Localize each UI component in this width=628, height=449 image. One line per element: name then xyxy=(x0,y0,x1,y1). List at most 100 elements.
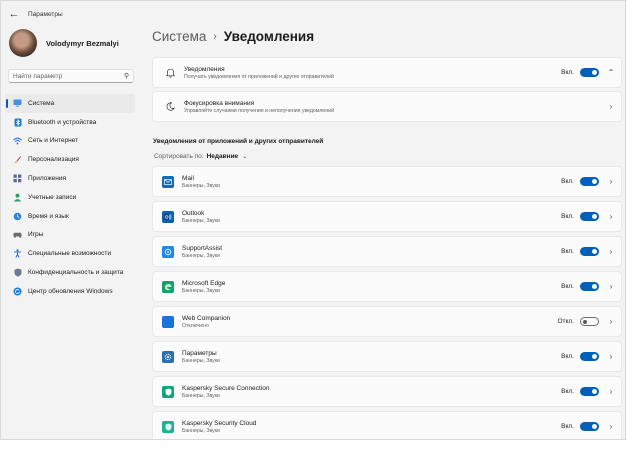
chevron-right-icon[interactable]: › xyxy=(607,212,615,221)
search-box[interactable]: ⚲ xyxy=(8,69,134,83)
sidebar-item-network[interactable]: Сеть и Интернет xyxy=(5,132,135,151)
chevron-right-icon[interactable]: › xyxy=(607,387,615,396)
focus-subtitle: Управляйте случаями получения и неполуче… xyxy=(184,107,334,114)
kaspersky-vpn-icon xyxy=(162,385,174,398)
web-companion-icon xyxy=(162,315,174,328)
chevron-right-icon[interactable]: › xyxy=(607,352,615,361)
title-bar: ← Параметры xyxy=(1,1,625,27)
chevron-right-icon[interactable]: › xyxy=(607,177,615,186)
notifications-card[interactable]: Уведомления Получать уведомления от прил… xyxy=(152,57,622,88)
sidebar-item-gaming[interactable]: Игры xyxy=(5,226,135,245)
app-row-kaspersky-security-cloud[interactable]: Kaspersky Security Cloud Баннеры, Звуки … xyxy=(152,411,622,439)
notifications-title: Уведомления xyxy=(184,65,225,73)
supportassist-icon xyxy=(162,245,174,258)
app-toggle[interactable] xyxy=(580,422,599,431)
app-toggle[interactable] xyxy=(580,212,599,221)
sort-dropdown[interactable]: Сортировать по: Недавние ⌄ xyxy=(154,153,247,160)
sidebar-item-apps[interactable]: Приложения xyxy=(5,169,135,188)
notifications-toggle[interactable] xyxy=(580,68,599,77)
app-sub: Баннеры, Звуки xyxy=(182,252,220,259)
sidebar-item-label: Специальные возможности xyxy=(28,250,111,258)
search-icon[interactable]: ⚲ xyxy=(124,72,129,80)
app-state: Вкл. xyxy=(561,388,574,395)
app-row-kaspersky-secure-connection[interactable]: Kaspersky Secure Connection Баннеры, Зву… xyxy=(152,376,622,407)
app-state: Вкл. xyxy=(561,248,574,255)
sidebar-item-accounts[interactable]: Учетные записи xyxy=(5,188,135,207)
apps-icon xyxy=(13,174,22,183)
app-toggle[interactable] xyxy=(580,247,599,256)
profile[interactable]: Volodymyr Bezmalyi xyxy=(9,29,119,57)
search-input[interactable] xyxy=(13,72,124,80)
avatar xyxy=(9,29,37,57)
app-row-outlook[interactable]: Outlook Баннеры, Звуки Вкл. › xyxy=(152,201,622,232)
chevron-right-icon[interactable]: › xyxy=(607,102,615,111)
notifications-state: Вкл. xyxy=(561,69,574,76)
back-button[interactable]: ← xyxy=(3,3,25,25)
sidebar-item-time-language[interactable]: Время и язык xyxy=(5,207,135,226)
sidebar: Volodymyr Bezmalyi ⚲ Система Bluetooth и… xyxy=(1,27,141,439)
focus-card[interactable]: Фокусировка внимания Управляйте случаями… xyxy=(152,91,622,122)
sidebar-item-accessibility[interactable]: Специальные возможности xyxy=(5,244,135,263)
app-title: Параметры xyxy=(28,10,63,18)
monitor-icon xyxy=(13,99,22,108)
apps-section-title: Уведомления от приложений и других отпра… xyxy=(153,138,324,145)
app-toggle[interactable] xyxy=(580,282,599,291)
chevron-right-icon[interactable]: › xyxy=(607,422,615,431)
sidebar-item-label: Сеть и Интернет xyxy=(28,137,79,145)
breadcrumb-parent[interactable]: Система xyxy=(152,29,206,44)
sidebar-item-bluetooth[interactable]: Bluetooth и устройства xyxy=(5,113,135,132)
settings-gear-icon xyxy=(162,350,174,363)
app-state: Вкл. xyxy=(561,213,574,220)
app-sub: Баннеры, Звуки xyxy=(182,392,220,399)
chevron-up-icon[interactable]: ⌃ xyxy=(607,68,615,77)
sort-value[interactable]: Недавние xyxy=(207,153,239,160)
outlook-icon xyxy=(162,210,174,223)
accessibility-icon xyxy=(13,249,22,259)
app-sub: Баннеры, Звуки xyxy=(182,217,220,224)
app-state: Откл. xyxy=(557,318,574,325)
app-toggle[interactable] xyxy=(580,177,599,186)
sort-label: Сортировать по: xyxy=(154,153,204,160)
sidebar-item-personalization[interactable]: Персонализация xyxy=(5,150,135,169)
sidebar-item-label: Время и язык xyxy=(28,212,69,220)
app-row-settings[interactable]: Параметры Баннеры, Звуки Вкл. › xyxy=(152,341,622,372)
app-sub: Отключено xyxy=(182,322,209,329)
sidebar-item-privacy[interactable]: Конфиденциальность и защита xyxy=(5,263,135,282)
app-row-mail[interactable]: Mail Баннеры, Звуки Вкл. › xyxy=(152,166,622,197)
chevron-down-icon[interactable]: ⌄ xyxy=(242,153,247,160)
back-arrow-icon: ← xyxy=(8,8,20,20)
app-sub: Баннеры, Звуки xyxy=(182,357,220,364)
moon-icon xyxy=(162,99,178,115)
app-name: Outlook xyxy=(182,209,205,217)
breadcrumb: Система › Уведомления xyxy=(152,29,314,44)
app-toggle[interactable] xyxy=(580,317,599,326)
settings-window: ← Параметры Volodymyr Bezmalyi ⚲ Система… xyxy=(0,0,626,440)
chevron-right-icon[interactable]: › xyxy=(607,247,615,256)
update-icon xyxy=(13,287,22,296)
chevron-right-icon: › xyxy=(213,31,217,42)
shield-icon xyxy=(13,268,22,277)
app-toggle[interactable] xyxy=(580,352,599,361)
app-row-web-companion[interactable]: Web Companion Отключено Откл. › xyxy=(152,306,622,337)
page-title: Уведомления xyxy=(223,29,315,44)
wifi-icon xyxy=(13,136,22,145)
chevron-right-icon[interactable]: › xyxy=(607,282,615,291)
app-row-supportassist[interactable]: SupportAssist Баннеры, Звуки Вкл. › xyxy=(152,236,622,267)
app-name: Kaspersky Secure Connection xyxy=(182,384,270,392)
sidebar-item-label: Система xyxy=(28,99,55,107)
sidebar-item-label: Игры xyxy=(28,231,44,239)
gamepad-icon xyxy=(13,230,22,239)
user-name: Volodymyr Bezmalyi xyxy=(46,38,119,48)
chevron-right-icon[interactable]: › xyxy=(607,317,615,326)
bell-icon xyxy=(162,65,178,81)
sidebar-item-label: Центр обновления Windows xyxy=(28,287,113,295)
app-state: Вкл. xyxy=(561,283,574,290)
sidebar-item-windows-update[interactable]: Центр обновления Windows xyxy=(5,282,135,301)
app-name: SupportAssist xyxy=(182,244,223,252)
app-name: Mail xyxy=(182,174,194,182)
sidebar-item-system[interactable]: Система xyxy=(5,94,135,113)
app-sub: Баннеры, Звуки xyxy=(182,182,220,189)
app-row-microsoft-edge[interactable]: Microsoft Edge Баннеры, Звуки Вкл. › xyxy=(152,271,622,302)
app-toggle[interactable] xyxy=(580,387,599,396)
bluetooth-icon xyxy=(13,118,22,127)
